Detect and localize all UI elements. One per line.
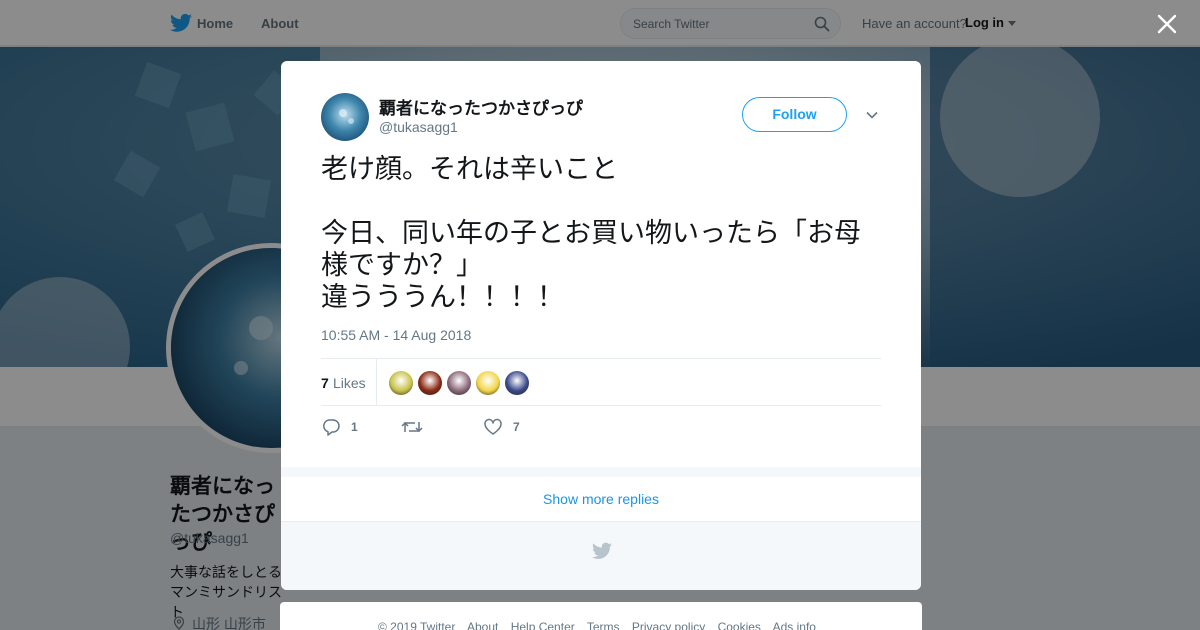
follow-button[interactable]: Follow (742, 97, 847, 132)
like-count: 7 (513, 420, 520, 434)
reply-icon (322, 419, 340, 436)
liker-avatar[interactable] (476, 371, 500, 395)
footer-links: © 2019 Twitter About Help Center Terms P… (378, 620, 825, 630)
tweet-text: 老け顔。それは辛いこと 今日、同い年の子とお買い物いったら「お母様ですか？」 違… (321, 154, 861, 312)
tweet-actions: 1 7 (321, 417, 881, 441)
retweet-icon (401, 421, 423, 433)
modal-footer (281, 522, 921, 590)
footer-link[interactable]: Cookies (718, 620, 761, 630)
heart-icon (484, 418, 502, 435)
footer-link[interactable]: Help Center (511, 620, 575, 630)
stats-divider (376, 359, 377, 406)
tweet-modal: 覇者になったつかさぴっぴ @tukasagg1 Follow 老け顔。それは辛い… (281, 61, 921, 590)
footer-link[interactable]: Ads info (773, 620, 816, 630)
footer-link[interactable]: Privacy policy (632, 620, 705, 630)
close-icon[interactable] (1157, 14, 1177, 34)
divider-strip (281, 467, 921, 477)
chevron-down-icon[interactable] (866, 111, 878, 119)
tweet-stats: 7 Likes (321, 358, 881, 406)
tweet-author-avatar[interactable] (321, 93, 369, 141)
liker-avatar[interactable] (505, 371, 529, 395)
twitter-bird-icon (592, 542, 612, 559)
liker-avatar[interactable] (418, 371, 442, 395)
likes-count[interactable]: 7 (321, 375, 329, 391)
tweet-author-handle[interactable]: @tukasagg1 (379, 119, 458, 135)
reply-count: 1 (351, 420, 358, 434)
tweet-author-name[interactable]: 覇者になったつかさぴっぴ (379, 94, 583, 119)
tweet-timestamp[interactable]: 10:55 AM - 14 Aug 2018 (321, 327, 471, 343)
liker-avatar[interactable] (447, 371, 471, 395)
show-more-replies-button[interactable]: Show more replies (281, 477, 921, 522)
footer-link: © 2019 Twitter (378, 620, 456, 630)
liker-avatar[interactable] (389, 371, 413, 395)
footer-link[interactable]: About (467, 620, 498, 630)
footer-link[interactable]: Terms (587, 620, 620, 630)
likes-label[interactable]: Likes (333, 375, 366, 391)
